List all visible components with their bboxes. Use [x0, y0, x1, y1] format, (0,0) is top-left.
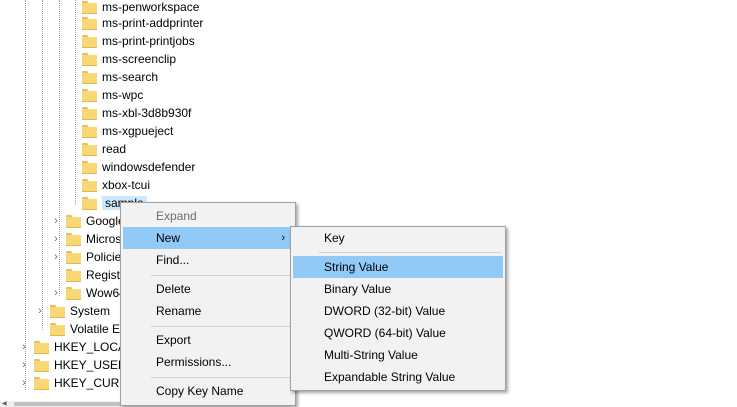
folder-icon: [82, 70, 97, 84]
tree-item[interactable]: xbox-tcui: [82, 176, 150, 194]
menu-item-label: Find...: [156, 253, 190, 267]
tree-item-label: System: [70, 304, 111, 318]
menu-item-export[interactable]: Export: [123, 329, 293, 351]
menu-item-label: Multi-String Value: [324, 348, 418, 362]
folder-icon: [82, 34, 97, 48]
chevron-right-icon[interactable]: ›: [18, 359, 30, 371]
folder-icon: [82, 16, 97, 30]
tree-item-label: ms-xgpueject: [102, 124, 174, 138]
tree-item[interactable]: ms-xgpueject: [82, 122, 173, 140]
folder-icon: [82, 52, 97, 66]
menu-item-label: Binary Value: [324, 282, 392, 296]
folder-icon: [66, 250, 81, 264]
chevron-right-icon: ›: [281, 232, 285, 244]
folder-icon: [82, 196, 97, 210]
new-submenu: Key String Value Binary Value DWORD (32-…: [290, 226, 506, 391]
folder-icon: [82, 160, 97, 174]
folder-icon: [82, 88, 97, 102]
submenu-item-binary-value[interactable]: Binary Value: [293, 278, 503, 300]
chevron-right-icon[interactable]: ›: [50, 251, 62, 263]
folder-icon: [34, 358, 49, 372]
menu-item-label: Key: [324, 231, 345, 245]
menu-item-label: New: [156, 231, 181, 245]
menu-item-label: Export: [156, 333, 191, 347]
folder-icon: [66, 286, 81, 300]
menu-separator: [319, 252, 501, 253]
folder-icon: [82, 178, 97, 192]
menu-item-label: Rename: [156, 304, 202, 318]
chevron-right-icon[interactable]: ›: [50, 215, 62, 227]
submenu-item-key[interactable]: Key: [293, 227, 503, 249]
folder-icon: [34, 376, 49, 390]
tree-item[interactable]: ms-print-addprinter: [82, 14, 203, 32]
menu-item-label: Permissions...: [156, 355, 232, 369]
menu-item-new[interactable]: New ›: [123, 227, 293, 249]
scroll-left-icon[interactable]: ◀: [2, 401, 7, 407]
chevron-right-icon[interactable]: ›: [50, 233, 62, 245]
tree-item-label: ms-penworkspace: [102, 0, 200, 14]
tree-item[interactable]: ms-screenclip: [82, 50, 176, 68]
folder-icon: [82, 106, 97, 120]
folder-icon: [82, 142, 97, 156]
folder-icon: [66, 214, 81, 228]
tree-item-label: ms-search: [102, 70, 159, 84]
chevron-right-icon[interactable]: ›: [18, 341, 30, 353]
menu-item-label: Expand: [156, 209, 197, 223]
menu-item-permissions[interactable]: Permissions...: [123, 351, 293, 373]
tree-item-label: ms-xbl-3d8b930f: [102, 106, 192, 120]
context-menu: Expand New › Find... Delete Rename Expor…: [120, 202, 296, 406]
tree-item-label: ms-wpc: [102, 88, 144, 102]
menu-item-label: QWORD (64-bit) Value: [324, 326, 446, 340]
submenu-item-string-value[interactable]: String Value: [293, 256, 503, 278]
folder-icon: [66, 232, 81, 246]
tree-item-label: ms-print-addprinter: [102, 16, 204, 30]
tree-item[interactable]: › Policies: [50, 248, 127, 266]
menu-item-delete[interactable]: Delete: [123, 278, 293, 300]
folder-icon: [50, 304, 65, 318]
tree-item[interactable]: › Google: [50, 212, 125, 230]
menu-item-copy-key-name[interactable]: Copy Key Name: [123, 380, 293, 402]
tree-item-label: xbox-tcui: [102, 178, 151, 192]
menu-item-find[interactable]: Find...: [123, 249, 293, 271]
tree-item[interactable]: ms-print-printjobs: [82, 32, 195, 50]
menu-separator: [151, 377, 291, 378]
menu-item-label: String Value: [324, 260, 389, 274]
menu-item-rename[interactable]: Rename: [123, 300, 293, 322]
tree-item-label: ms-print-printjobs: [102, 34, 195, 48]
scrollbar-thumb[interactable]: [14, 402, 124, 406]
folder-icon: [66, 268, 81, 282]
menu-separator: [151, 275, 291, 276]
tree-guide-line: [42, 0, 43, 330]
tree-item[interactable]: › HKEY_USERS: [18, 356, 135, 374]
tree-item-label: Google: [86, 214, 125, 228]
folder-icon: [82, 0, 97, 14]
menu-separator: [151, 326, 291, 327]
tree-item-label: ms-screenclip: [102, 52, 177, 66]
tree-guide-line: [75, 0, 76, 205]
chevron-right-icon[interactable]: ›: [50, 287, 62, 299]
submenu-item-dword-value[interactable]: DWORD (32-bit) Value: [293, 300, 503, 322]
submenu-item-expandable-string-value[interactable]: Expandable String Value: [293, 366, 503, 388]
menu-item-label: Expandable String Value: [324, 370, 456, 384]
menu-item-label: Copy Key Name: [156, 384, 244, 398]
chevron-right-icon[interactable]: ›: [18, 377, 30, 389]
tree-guide-line: [25, 0, 26, 390]
tree-item-label: read: [102, 142, 127, 156]
tree-item[interactable]: read: [82, 140, 126, 158]
tree-item[interactable]: ms-search: [82, 68, 158, 86]
chevron-right-icon[interactable]: ›: [34, 305, 46, 317]
tree-item[interactable]: ms-wpc: [82, 86, 143, 104]
tree-item[interactable]: windowsdefender: [82, 158, 195, 176]
submenu-item-multi-string-value[interactable]: Multi-String Value: [293, 344, 503, 366]
tree-item[interactable]: › System: [34, 302, 110, 320]
folder-icon: [34, 340, 49, 354]
menu-item-label: DWORD (32-bit) Value: [324, 304, 446, 318]
tree-item-label: windowsdefender: [102, 160, 196, 174]
tree-item[interactable]: ms-xbl-3d8b930f: [82, 104, 191, 122]
menu-item-expand[interactable]: Expand: [123, 205, 293, 227]
submenu-item-qword-value[interactable]: QWORD (64-bit) Value: [293, 322, 503, 344]
folder-icon: [82, 124, 97, 138]
folder-icon: [50, 322, 65, 336]
menu-item-label: Delete: [156, 282, 191, 296]
